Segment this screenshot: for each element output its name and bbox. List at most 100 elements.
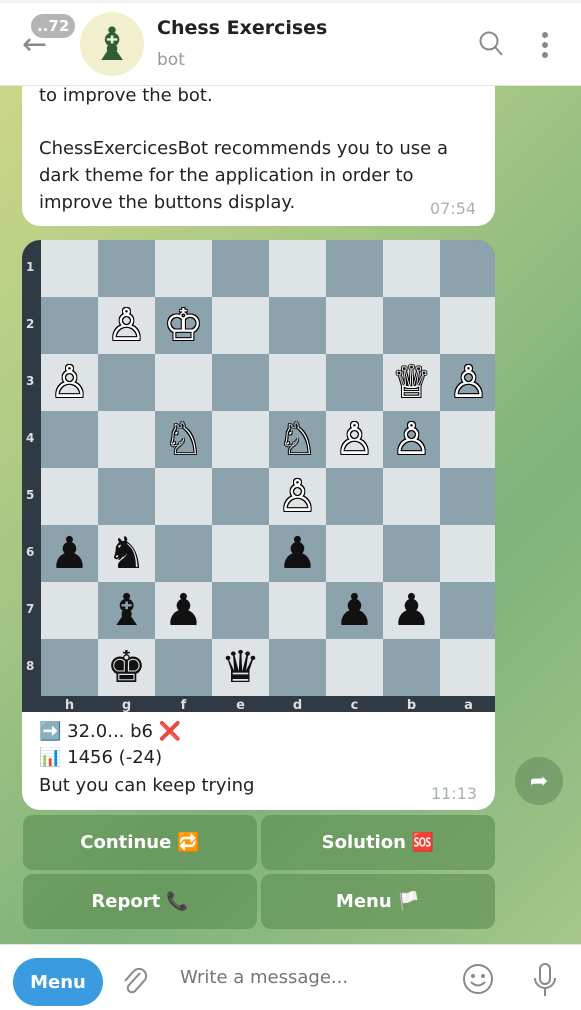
square-e7[interactable] [212,582,269,639]
square-a4[interactable] [440,411,495,468]
square-a2[interactable] [440,297,495,354]
square-e1[interactable] [212,240,269,297]
white-piece-icon[interactable]: ♙ [335,417,374,462]
square-h1[interactable] [41,240,98,297]
square-a7[interactable] [440,582,495,639]
emoji-icon[interactable] [462,963,494,995]
white-piece-icon[interactable]: ♙ [392,417,431,462]
square-d3[interactable] [269,354,326,411]
square-c3[interactable] [326,354,383,411]
square-f4[interactable]: ♘ [155,411,212,468]
square-d7[interactable] [269,582,326,639]
square-a1[interactable] [440,240,495,297]
forward-button[interactable]: ➦ [515,757,563,805]
square-h2[interactable] [41,297,98,354]
chat-title[interactable]: Chess Exercises [157,17,327,39]
white-piece-icon[interactable]: ♙ [50,360,89,405]
square-c2[interactable] [326,297,383,354]
avatar[interactable]: ♝ [80,12,144,76]
black-piece-icon[interactable]: ♟ [392,588,431,633]
square-g2[interactable]: ♙ [98,297,155,354]
black-piece-icon[interactable]: ♟ [164,588,203,633]
solution-button[interactable]: Solution 🆘 [261,815,495,870]
white-piece-icon[interactable]: ♘ [278,417,317,462]
square-e6[interactable] [212,525,269,582]
white-piece-icon[interactable]: ♙ [107,303,146,348]
square-d1[interactable] [269,240,326,297]
square-g7[interactable]: ♝ [98,582,155,639]
square-f3[interactable] [155,354,212,411]
chess-board[interactable]: 1 2 ♙ ♔ 3 ♙ ♕ ♙ 4 ♘ ♘ ♙ ♙ 5 ♙ 6 ♟ ♞ ♟ 7 ♝ ♟ ♟ ♟ 8 ♚ ♛ h g f e d c b a [22,240,495,713]
square-f2[interactable]: ♔ [155,297,212,354]
menu-keyboard-button[interactable]: Menu 🏳️ [261,874,495,929]
square-f5[interactable] [155,468,212,525]
microphone-icon[interactable] [532,962,558,998]
square-e8[interactable]: ♛ [212,639,269,696]
square-f6[interactable] [155,525,212,582]
square-d8[interactable] [269,639,326,696]
square-h7[interactable] [41,582,98,639]
square-c8[interactable] [326,639,383,696]
square-c6[interactable] [326,525,383,582]
white-piece-icon[interactable]: ♘ [164,417,203,462]
square-f8[interactable] [155,639,212,696]
white-piece-icon[interactable]: ♔ [164,303,203,348]
square-c7[interactable]: ♟ [326,582,383,639]
black-piece-icon[interactable]: ♛ [221,645,260,690]
square-f7[interactable]: ♟ [155,582,212,639]
continue-button[interactable]: Continue 🔁 [23,815,257,870]
square-e2[interactable] [212,297,269,354]
black-piece-icon[interactable]: ♟ [335,588,374,633]
square-e3[interactable] [212,354,269,411]
square-a8[interactable] [440,639,495,696]
search-icon[interactable] [478,30,504,58]
square-b1[interactable] [383,240,440,297]
square-h5[interactable] [41,468,98,525]
square-d6[interactable]: ♟ [269,525,326,582]
square-h4[interactable] [41,411,98,468]
square-c4[interactable]: ♙ [326,411,383,468]
square-g6[interactable]: ♞ [98,525,155,582]
square-b8[interactable] [383,639,440,696]
white-piece-icon[interactable]: ♙ [278,474,317,519]
square-g1[interactable] [98,240,155,297]
square-e5[interactable] [212,468,269,525]
square-b5[interactable] [383,468,440,525]
square-b7[interactable]: ♟ [383,582,440,639]
bot-menu-button[interactable]: Menu [13,958,103,1006]
square-b6[interactable] [383,525,440,582]
black-piece-icon[interactable]: ♟ [50,531,89,576]
square-g5[interactable] [98,468,155,525]
report-button[interactable]: Report 📞 [23,874,257,929]
square-g8[interactable]: ♚ [98,639,155,696]
square-f1[interactable] [155,240,212,297]
more-options-icon[interactable] [540,31,550,59]
square-d5[interactable]: ♙ [269,468,326,525]
black-piece-icon[interactable]: ♝ [107,588,146,633]
square-a3[interactable]: ♙ [440,354,495,411]
black-piece-icon[interactable]: ♞ [107,531,146,576]
black-piece-icon[interactable]: ♟ [278,531,317,576]
square-d2[interactable] [269,297,326,354]
attach-icon[interactable] [120,965,148,997]
message-time: 11:13 [431,784,478,803]
square-g3[interactable] [98,354,155,411]
button-label: Report [91,891,161,912]
square-g4[interactable] [98,411,155,468]
square-a5[interactable] [440,468,495,525]
square-h6[interactable]: ♟ [41,525,98,582]
square-e4[interactable] [212,411,269,468]
square-b3[interactable]: ♕ [383,354,440,411]
square-c5[interactable] [326,468,383,525]
square-b2[interactable] [383,297,440,354]
square-c1[interactable] [326,240,383,297]
square-a6[interactable] [440,525,495,582]
square-b4[interactable]: ♙ [383,411,440,468]
square-d4[interactable]: ♘ [269,411,326,468]
black-piece-icon[interactable]: ♚ [107,645,146,690]
square-h3[interactable]: ♙ [41,354,98,411]
white-piece-icon[interactable]: ♙ [449,360,488,405]
message-input[interactable] [180,967,440,988]
white-piece-icon[interactable]: ♕ [392,360,431,405]
square-h8[interactable] [41,639,98,696]
